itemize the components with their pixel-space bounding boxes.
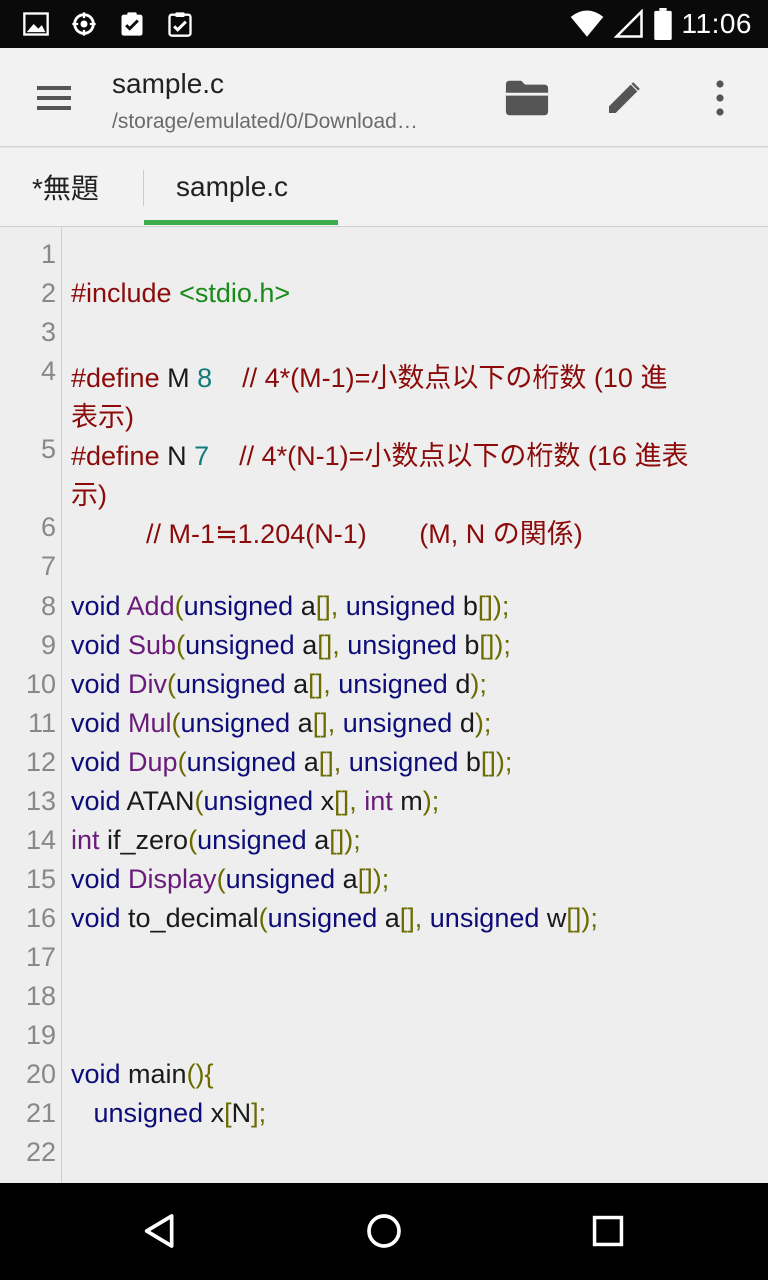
pencil-icon xyxy=(609,82,640,113)
tab-divider xyxy=(143,170,144,206)
code-line-12: void Dup(unsigned a[], unsigned b[]); xyxy=(71,747,513,777)
line-number: 4 xyxy=(40,356,56,386)
gutter-divider xyxy=(61,227,62,1183)
line-number: 17 xyxy=(25,942,56,972)
tab-sample-c[interactable]: sample.c xyxy=(176,148,288,226)
clock: 11:06 xyxy=(681,8,752,39)
line-number: 9 xyxy=(40,630,56,660)
line-number: 1 xyxy=(40,239,56,269)
back-button[interactable] xyxy=(132,1203,188,1259)
edit-button[interactable] xyxy=(600,74,648,122)
wifi-icon xyxy=(570,10,603,37)
line-number: 13 xyxy=(25,786,56,816)
code-line-5-wrap: 示) xyxy=(71,480,107,510)
code-line-16: void to_decimal(unsigned a[], unsigned w… xyxy=(71,903,598,933)
line-number: 21 xyxy=(25,1098,56,1128)
app-bar: sample.c /storage/emulated/0/Download… xyxy=(0,48,768,147)
code-line-15: void Display(unsigned a[]); xyxy=(71,864,390,894)
sync-icon xyxy=(72,12,96,36)
signal-icon xyxy=(613,9,643,38)
battery-icon xyxy=(653,8,672,40)
recents-square-icon xyxy=(592,1215,624,1247)
code-line-10: void Div(unsigned a[], unsigned d); xyxy=(71,669,487,699)
code-line-4-wrap: 表示) xyxy=(71,402,134,432)
line-number: 16 xyxy=(25,903,56,933)
line-number: 11 xyxy=(27,708,56,738)
file-title: sample.c xyxy=(112,68,225,99)
folder-open-icon xyxy=(505,80,549,116)
line-number: 7 xyxy=(40,551,56,581)
back-triangle-icon xyxy=(144,1214,174,1248)
recents-button[interactable] xyxy=(580,1203,636,1259)
code-line-21: unsigned x[N]; xyxy=(71,1098,267,1128)
code-line-14: int if_zero(unsigned a[]); xyxy=(71,825,361,855)
navigation-bar xyxy=(0,1183,768,1280)
code-line-2: #include <stdio.h> xyxy=(71,278,291,308)
line-number: 19 xyxy=(25,1020,56,1050)
line-number: 20 xyxy=(25,1059,56,1089)
line-number: 14 xyxy=(25,825,56,855)
menu-button[interactable] xyxy=(30,74,78,122)
code-line-6: // M-1≒1.204(N-1) (M, N の関係) xyxy=(71,519,583,549)
line-number: 8 xyxy=(40,591,56,621)
code-line-8: void Add(unsigned a[], unsigned b[]); xyxy=(71,591,510,621)
clipboard-check-icon xyxy=(121,12,143,36)
more-vertical-icon xyxy=(716,80,724,116)
line-number: 18 xyxy=(25,981,56,1011)
line-number: 6 xyxy=(40,512,56,542)
hamburger-icon xyxy=(37,86,71,110)
overflow-menu-button[interactable] xyxy=(696,74,744,122)
code-line-4: #define M 8 // 4*(M-1)=小数点以下の桁数 (10 進 xyxy=(71,363,668,393)
file-path: /storage/emulated/0/Download… xyxy=(112,110,418,133)
home-button[interactable] xyxy=(356,1203,412,1259)
status-bar: 11:06 xyxy=(0,0,768,48)
line-number: 3 xyxy=(40,317,56,347)
code-editor[interactable]: 1 2 3 4 5 6 7 8 9 10 11 12 13 14 15 16 1… xyxy=(0,227,768,1183)
image-icon xyxy=(23,12,49,36)
home-circle-icon xyxy=(367,1214,401,1248)
tab-untitled[interactable]: *無題 xyxy=(32,148,99,226)
code-line-9: void Sub(unsigned a[], unsigned b[]); xyxy=(71,630,511,660)
active-tab-indicator xyxy=(144,220,338,225)
code-line-13: void ATAN(unsigned x[], int m); xyxy=(71,786,440,816)
line-number: 2 xyxy=(40,278,56,308)
line-number: 15 xyxy=(25,864,56,894)
line-number: 5 xyxy=(40,434,56,464)
line-number: 10 xyxy=(25,669,56,699)
clipboard-check-2-icon xyxy=(168,12,192,37)
tab-bar: *無題 sample.c xyxy=(0,148,768,227)
line-number: 12 xyxy=(25,747,56,777)
code-line-5: #define N 7 // 4*(N-1)=小数点以下の桁数 (16 進表 xyxy=(71,441,689,471)
open-folder-button[interactable] xyxy=(503,74,551,122)
code-line-11: void Mul(unsigned a[], unsigned d); xyxy=(71,708,492,738)
line-number: 22 xyxy=(25,1137,56,1167)
code-line-20: void main(){ xyxy=(71,1059,214,1089)
